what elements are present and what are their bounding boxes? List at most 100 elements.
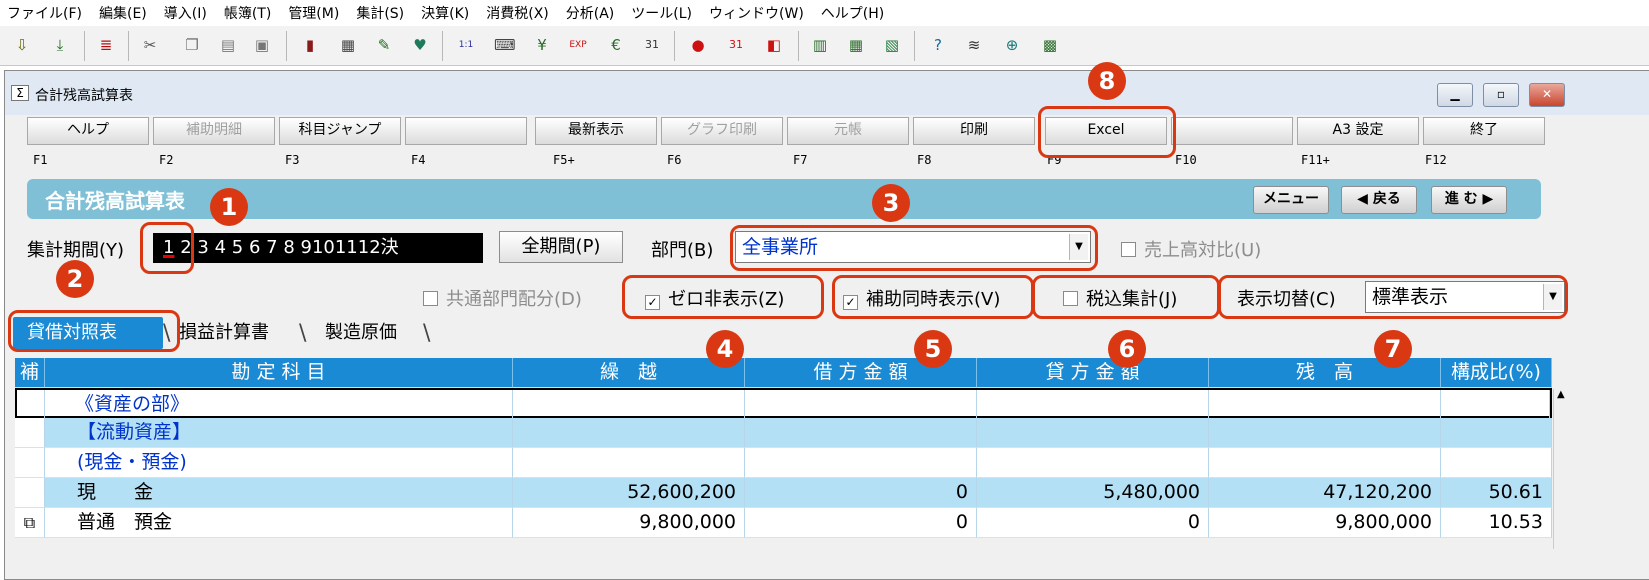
month-9[interactable]: 9 xyxy=(301,237,312,258)
ledger-fkey[interactable]: 元帳 xyxy=(787,117,909,145)
month-12[interactable]: 12 xyxy=(358,237,381,258)
table-row[interactable]: (現金・預金) xyxy=(15,448,1552,478)
a3-settings-fkey[interactable]: A3 設定 xyxy=(1297,117,1419,145)
debit-value: 0 xyxy=(745,508,977,538)
ratio-value xyxy=(1441,390,1550,420)
batch-icon[interactable]: 31 xyxy=(726,34,746,56)
menu-edit[interactable]: 編集(E) xyxy=(99,3,147,23)
aux-detail-fkey[interactable]: 補助明細 xyxy=(153,117,275,145)
keyboard-icon[interactable]: ⌨ xyxy=(494,34,516,56)
calendar-icon[interactable]: 31 xyxy=(642,34,662,56)
month-11[interactable]: 11 xyxy=(335,237,358,258)
month-closing[interactable]: 決 xyxy=(381,237,399,258)
minimize-button[interactable]: ▁ xyxy=(1437,83,1473,107)
col-carry: 繰 越 xyxy=(513,358,745,388)
menu-manage[interactable]: 管理(M) xyxy=(288,3,339,23)
month-6[interactable]: 6 xyxy=(249,237,260,258)
table-icon[interactable]: ▦ xyxy=(846,34,866,56)
calculator-icon[interactable]: ▩ xyxy=(1040,34,1060,56)
table-row[interactable]: 《資産の部》 xyxy=(15,388,1552,420)
edit-icon[interactable]: ✎ xyxy=(374,34,394,56)
menu-button[interactable]: メニュー xyxy=(1253,186,1329,214)
debit-value xyxy=(745,418,977,448)
credit-value: 5,480,000 xyxy=(977,478,1209,508)
exit-fkey[interactable]: 終了 xyxy=(1423,117,1545,145)
settings-list-icon[interactable]: ≣ xyxy=(96,34,116,56)
menu-setup[interactable]: 導入(I) xyxy=(164,3,207,23)
f5-label: F5+ xyxy=(553,153,575,167)
f10-label: F10 xyxy=(1175,153,1197,167)
month-5[interactable]: 5 xyxy=(232,237,243,258)
menu-file[interactable]: ファイル(F) xyxy=(7,3,82,23)
f2-label: F2 xyxy=(159,153,174,167)
menu-window[interactable]: ウィンドウ(W) xyxy=(709,3,804,23)
forward-button[interactable]: 進 む ▶ xyxy=(1431,186,1507,214)
expense-icon[interactable]: EXP xyxy=(568,34,588,56)
account-name: 普通 預金 xyxy=(45,508,513,538)
debit-value xyxy=(745,390,977,420)
book-icon[interactable]: ▮ xyxy=(300,34,320,56)
balance-value: 47,120,200 xyxy=(1209,478,1441,508)
clipboard-icon[interactable]: ▣ xyxy=(252,34,272,56)
excel-icon[interactable]: ▧ xyxy=(882,34,902,56)
menu-tools[interactable]: ツール(L) xyxy=(631,3,692,23)
download-icon[interactable]: ⤓ xyxy=(50,34,70,56)
red-voucher-icon[interactable]: ● xyxy=(688,34,708,56)
scroll-up-icon[interactable]: ▲ xyxy=(1557,389,1565,400)
documents-icon[interactable]: ▦ xyxy=(338,34,358,56)
month-7[interactable]: 7 xyxy=(266,237,277,258)
copy-icon[interactable]: ❐ xyxy=(182,34,202,56)
close-button[interactable]: ✕ xyxy=(1529,83,1565,107)
tab-income-statement[interactable]: 損益計算書 xyxy=(165,317,313,349)
month-8[interactable]: 8 xyxy=(283,237,294,258)
account-jump-fkey[interactable]: 科目ジャンプ xyxy=(279,117,401,145)
f7-label: F7 xyxy=(793,153,808,167)
all-period-button[interactable]: 全期間(P) xyxy=(499,231,623,263)
period-selector[interactable]: 1 2 3 4 5 6 7 8 9101112決 xyxy=(153,233,483,263)
back-button[interactable]: ◀ 戻る xyxy=(1341,186,1417,214)
help-fkey[interactable]: ヘルプ xyxy=(27,117,149,145)
callout-6: 6 xyxy=(1108,330,1146,368)
f4-fkey[interactable] xyxy=(405,117,527,145)
common-dept-checkbox[interactable]: 共通部門配分(D) xyxy=(423,285,582,311)
carry-value: 9,800,000 xyxy=(513,508,745,538)
vertical-scrollbar[interactable]: ▲ xyxy=(1553,389,1571,549)
maximize-button[interactable]: ▫ xyxy=(1483,83,1519,107)
tax-icon[interactable]: ◧ xyxy=(764,34,784,56)
menu-analysis[interactable]: 分析(A) xyxy=(566,3,615,23)
menu-help[interactable]: ヘルプ(H) xyxy=(821,3,884,23)
ratio-value xyxy=(1441,418,1552,448)
trial-balance-window: Σ 合計残高試算表 ▁ ▫ ✕ ヘルプ 補助明細 科目ジャンプ 最新表示 グラフ… xyxy=(4,70,1649,580)
cut-icon[interactable]: ✂ xyxy=(140,34,160,56)
tab-divider: \ xyxy=(423,321,431,346)
month-3[interactable]: 3 xyxy=(197,237,208,258)
table-row[interactable]: 現 金 52,600,200 0 5,480,000 47,120,200 50… xyxy=(15,478,1552,508)
sheet-icon[interactable]: ▥ xyxy=(810,34,830,56)
graph-print-fkey[interactable]: グラフ印刷 xyxy=(661,117,783,145)
menu-bar: ファイル(F) 編集(E) 導入(I) 帳簿(T) 管理(M) 集計(S) 決算… xyxy=(0,0,1649,26)
globe-icon[interactable]: ⊕ xyxy=(1002,34,1022,56)
tab-manufacturing-cost[interactable]: 製造原価 xyxy=(311,317,441,349)
menu-closing[interactable]: 決算(K) xyxy=(421,3,469,23)
paste-icon[interactable]: ▤ xyxy=(218,34,238,56)
import-icon[interactable]: ⇩ xyxy=(12,34,32,56)
help-icon[interactable]: ? xyxy=(928,34,948,56)
receipt-icon[interactable]: € xyxy=(606,34,626,56)
f10-fkey[interactable] xyxy=(1171,117,1293,145)
print-fkey[interactable]: 印刷 xyxy=(913,117,1035,145)
easy-input-icon[interactable]: 1:1 xyxy=(456,34,476,56)
sales-ratio-checkbox[interactable]: 売上高対比(U) xyxy=(1121,236,1261,262)
voucher-icon[interactable]: ¥ xyxy=(532,34,552,56)
table-row[interactable]: 【流動資産】 xyxy=(15,418,1552,448)
menu-aggregate[interactable]: 集計(S) xyxy=(356,3,404,23)
heart-icon[interactable]: ♥ xyxy=(410,34,430,56)
menu-books[interactable]: 帳簿(T) xyxy=(224,3,271,23)
menu-tax[interactable]: 消費税(X) xyxy=(486,3,549,23)
refresh-fkey[interactable]: 最新表示 xyxy=(535,117,657,145)
month-4[interactable]: 4 xyxy=(215,237,226,258)
month-10[interactable]: 10 xyxy=(312,237,335,258)
network-icon[interactable]: ≋ xyxy=(964,34,984,56)
highlight-balance-tab xyxy=(8,310,180,352)
table-row[interactable]: ⧉ 普通 預金 9,800,000 0 0 9,800,000 10.53 xyxy=(15,508,1552,538)
sub-account-icon[interactable]: ⧉ xyxy=(15,508,45,538)
